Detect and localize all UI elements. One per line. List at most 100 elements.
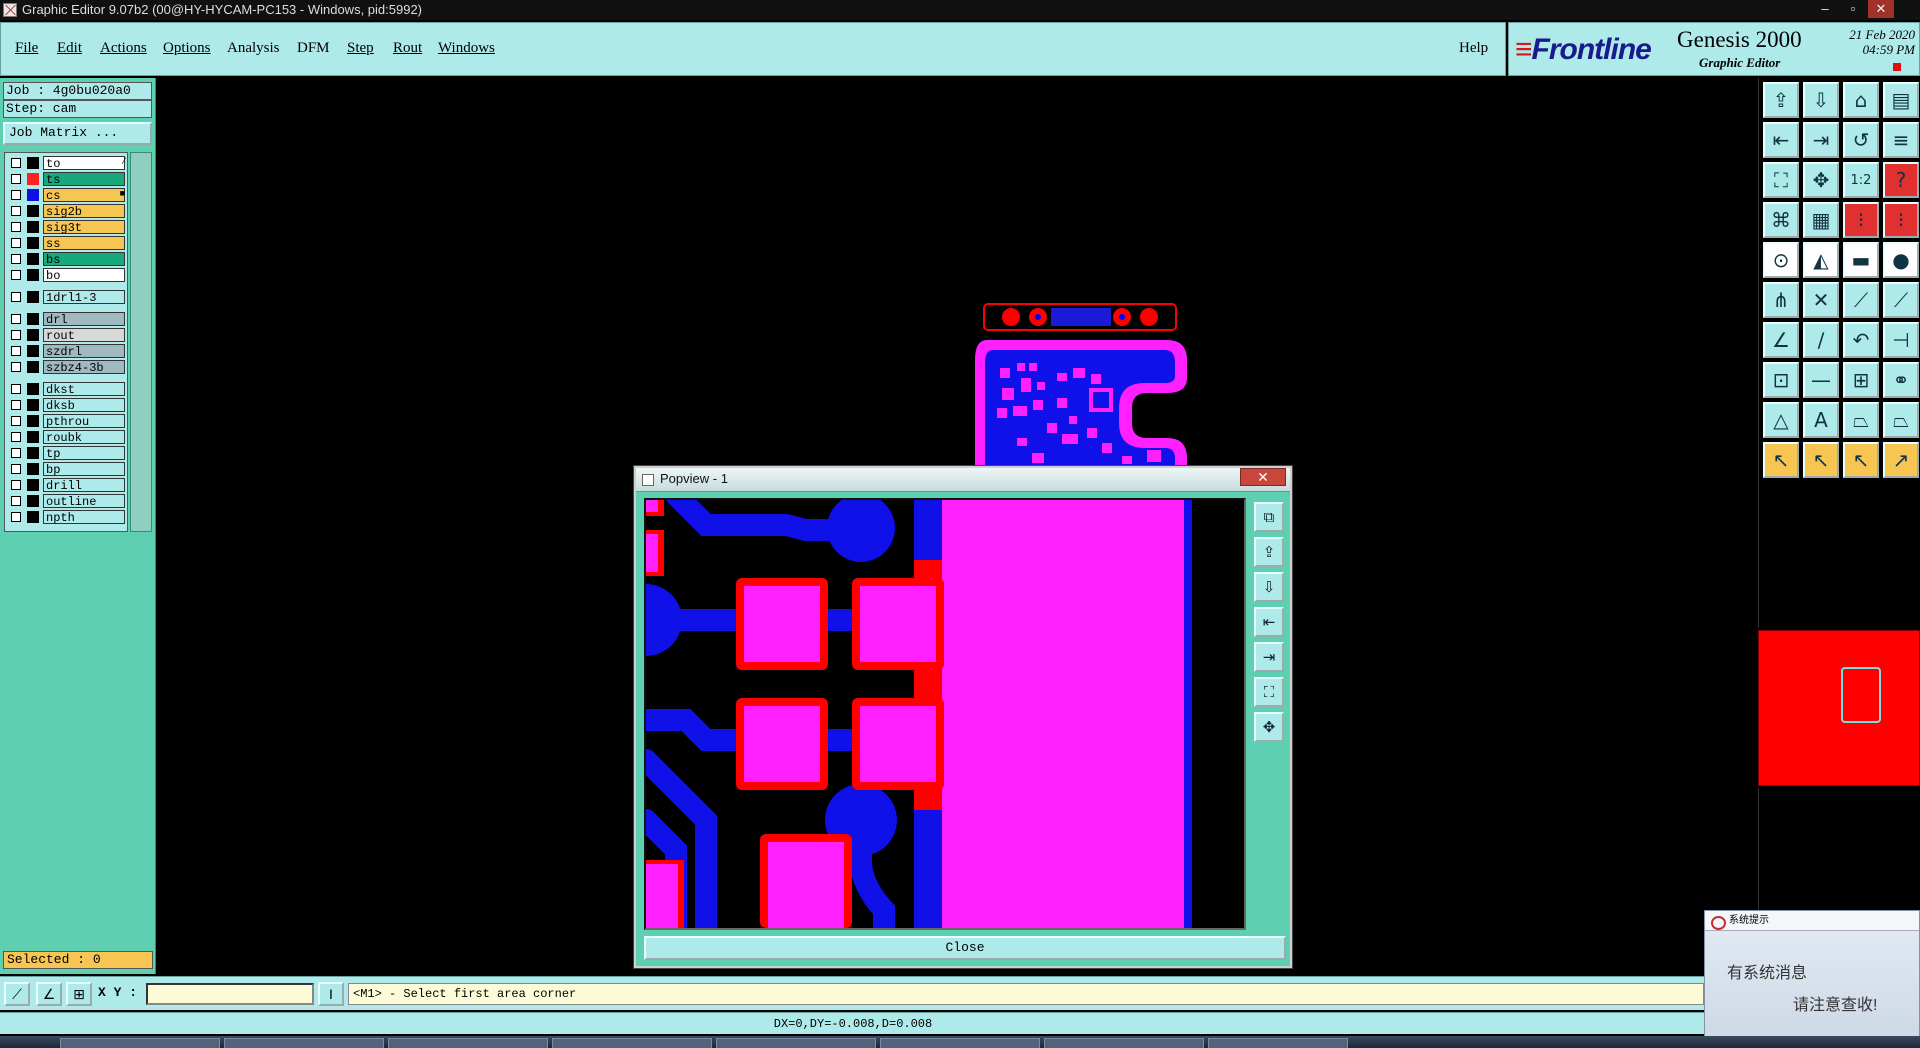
layer-checkbox[interactable] — [11, 362, 21, 372]
toolbox-tool-icon[interactable]: ⇩ — [1803, 82, 1839, 118]
layer-name[interactable]: bp — [43, 462, 125, 477]
toolbox-tool-icon[interactable]: ↗ — [1883, 442, 1919, 478]
layer-row-ts[interactable]: ts — [7, 172, 127, 187]
toolbox-tool-icon[interactable]: ? — [1883, 162, 1919, 198]
layer-checkbox[interactable] — [11, 346, 21, 356]
layer-name[interactable]: szbz4-3b — [43, 360, 125, 375]
toolbox-tool-icon[interactable]: ⊡ — [1763, 362, 1799, 398]
layer-name[interactable]: rout — [43, 328, 125, 343]
toolbox-tool-icon[interactable]: ↶ — [1843, 322, 1879, 358]
layer-color-swatch[interactable] — [27, 463, 39, 475]
layer-name[interactable]: 1drl1-3 — [43, 290, 125, 305]
toolbox-tool-icon[interactable]: ⟋ — [1883, 282, 1919, 318]
layer-row-sig2b[interactable]: sig2b — [7, 204, 127, 219]
layer-name[interactable]: dksb — [43, 398, 125, 413]
menu-edit[interactable]: Edit — [57, 40, 82, 57]
layer-name[interactable]: dkst — [43, 382, 125, 397]
toolbox-tool-icon[interactable]: ⁝ — [1843, 202, 1879, 238]
layer-checkbox[interactable] — [11, 496, 21, 506]
popview-tool-icon[interactable]: ⇩ — [1254, 572, 1284, 602]
menu-help[interactable]: Help — [1459, 40, 1488, 57]
toolbox-tool-icon[interactable]: ⋔ — [1763, 282, 1799, 318]
layer-row-sig3t[interactable]: sig3t — [7, 220, 127, 235]
layer-color-swatch[interactable] — [27, 511, 39, 523]
layer-checkbox[interactable] — [11, 512, 21, 522]
toolbox-tool-icon[interactable]: A — [1803, 402, 1839, 438]
layer-checkbox[interactable] — [11, 174, 21, 184]
menu-step[interactable]: Step — [347, 40, 374, 57]
layer-color-swatch[interactable] — [27, 205, 39, 217]
toolbox-tool-icon[interactable]: ✥ — [1803, 162, 1839, 198]
toolbox-tool-icon[interactable]: ⏢ — [1843, 402, 1879, 438]
menu-file[interactable]: File — [15, 40, 38, 57]
taskbar-item[interactable] — [1208, 1038, 1348, 1048]
toolbox-tool-icon[interactable]: ⊙ — [1763, 242, 1799, 278]
layer-row-drl[interactable]: drl — [7, 312, 127, 327]
toolbox-tool-icon[interactable]: ⊞ — [1843, 362, 1879, 398]
layer-name[interactable]: outline — [43, 494, 125, 509]
toolbox-tool-icon[interactable]: ⇥ — [1803, 122, 1839, 158]
toolbox-tool-icon[interactable]: ∕ — [1803, 322, 1839, 358]
layer-checkbox[interactable] — [11, 222, 21, 232]
layer-row-drill[interactable]: drill — [7, 478, 127, 493]
toolbox-tool-icon[interactable]: ↺ — [1843, 122, 1879, 158]
layer-row-bo[interactable]: bo — [7, 268, 127, 283]
layer-row-roubk[interactable]: roubk — [7, 430, 127, 445]
layer-checkbox[interactable] — [11, 206, 21, 216]
layer-name[interactable]: cs — [43, 188, 125, 203]
taskbar-item[interactable] — [224, 1038, 384, 1048]
menu-analysis[interactable]: Analysis — [227, 40, 280, 57]
layer-checkbox[interactable] — [11, 464, 21, 474]
layer-checkbox[interactable] — [11, 384, 21, 394]
layer-checkbox[interactable] — [11, 158, 21, 168]
layer-list-scrollbar[interactable] — [130, 152, 152, 532]
layer-color-swatch[interactable] — [27, 313, 39, 325]
layer-name[interactable]: bs — [43, 252, 125, 267]
popview-close-button[interactable]: Close — [644, 936, 1286, 960]
layer-name[interactable]: tp — [43, 446, 125, 461]
popview-tool-icon[interactable]: ⛶ — [1254, 677, 1284, 707]
toolbox-tool-icon[interactable]: ⚭ — [1883, 362, 1919, 398]
layer-color-swatch[interactable] — [27, 399, 39, 411]
layer-color-swatch[interactable] — [27, 189, 39, 201]
toolbox-tool-icon[interactable]: ⌘ — [1763, 202, 1799, 238]
toolbox-tool-icon[interactable]: ▬ — [1843, 242, 1879, 278]
taskbar-item[interactable] — [880, 1038, 1040, 1048]
layer-checkbox[interactable] — [11, 190, 21, 200]
job-matrix-button[interactable]: Job Matrix ... — [3, 122, 152, 145]
toolbox-tool-icon[interactable]: ↖ — [1763, 442, 1799, 478]
layer-checkbox[interactable] — [11, 314, 21, 324]
layer-name[interactable]: sig3t — [43, 220, 125, 235]
layer-color-swatch[interactable] — [27, 383, 39, 395]
toolbox-tool-icon[interactable]: ⌂ — [1843, 82, 1879, 118]
layer-row-ss[interactable]: ss — [7, 236, 127, 251]
layer-row-szdrl[interactable]: szdrl — [7, 344, 127, 359]
taskbar-item[interactable] — [1044, 1038, 1204, 1048]
layer-color-swatch[interactable] — [27, 431, 39, 443]
taskbar-item[interactable] — [60, 1038, 220, 1048]
snap-line-icon[interactable]: ⟋ — [4, 982, 30, 1006]
layer-name[interactable]: to — [43, 156, 125, 171]
menu-options[interactable]: Options — [163, 40, 211, 57]
snap-grid-icon[interactable]: ⊞ — [66, 982, 92, 1006]
maximize-button[interactable]: ▫ — [1840, 0, 1866, 18]
toolbox-tool-icon[interactable]: ● — [1883, 242, 1919, 278]
layer-name[interactable]: npth — [43, 510, 125, 525]
layer-color-swatch[interactable] — [27, 173, 39, 185]
layer-row-rout[interactable]: rout — [7, 328, 127, 343]
taskbar-item[interactable] — [716, 1038, 876, 1048]
layer-row-tp[interactable]: tp — [7, 446, 127, 461]
layer-checkbox[interactable] — [11, 448, 21, 458]
menu-windows[interactable]: Windows — [438, 40, 495, 57]
toolbox-tool-icon[interactable]: ↖ — [1843, 442, 1879, 478]
toolbox-tool-icon[interactable]: ↖ — [1803, 442, 1839, 478]
layer-checkbox[interactable] — [11, 254, 21, 264]
toolbox-tool-icon[interactable]: ⛶ — [1763, 162, 1799, 198]
layer-color-swatch[interactable] — [27, 269, 39, 281]
layer-checkbox[interactable] — [11, 416, 21, 426]
toolbox-tool-icon[interactable]: ⊣ — [1883, 322, 1919, 358]
toolbox-tool-icon[interactable]: ▤ — [1883, 82, 1919, 118]
layer-color-swatch[interactable] — [27, 237, 39, 249]
toolbox-tool-icon[interactable]: ⁝ — [1883, 202, 1919, 238]
layer-color-swatch[interactable] — [27, 495, 39, 507]
